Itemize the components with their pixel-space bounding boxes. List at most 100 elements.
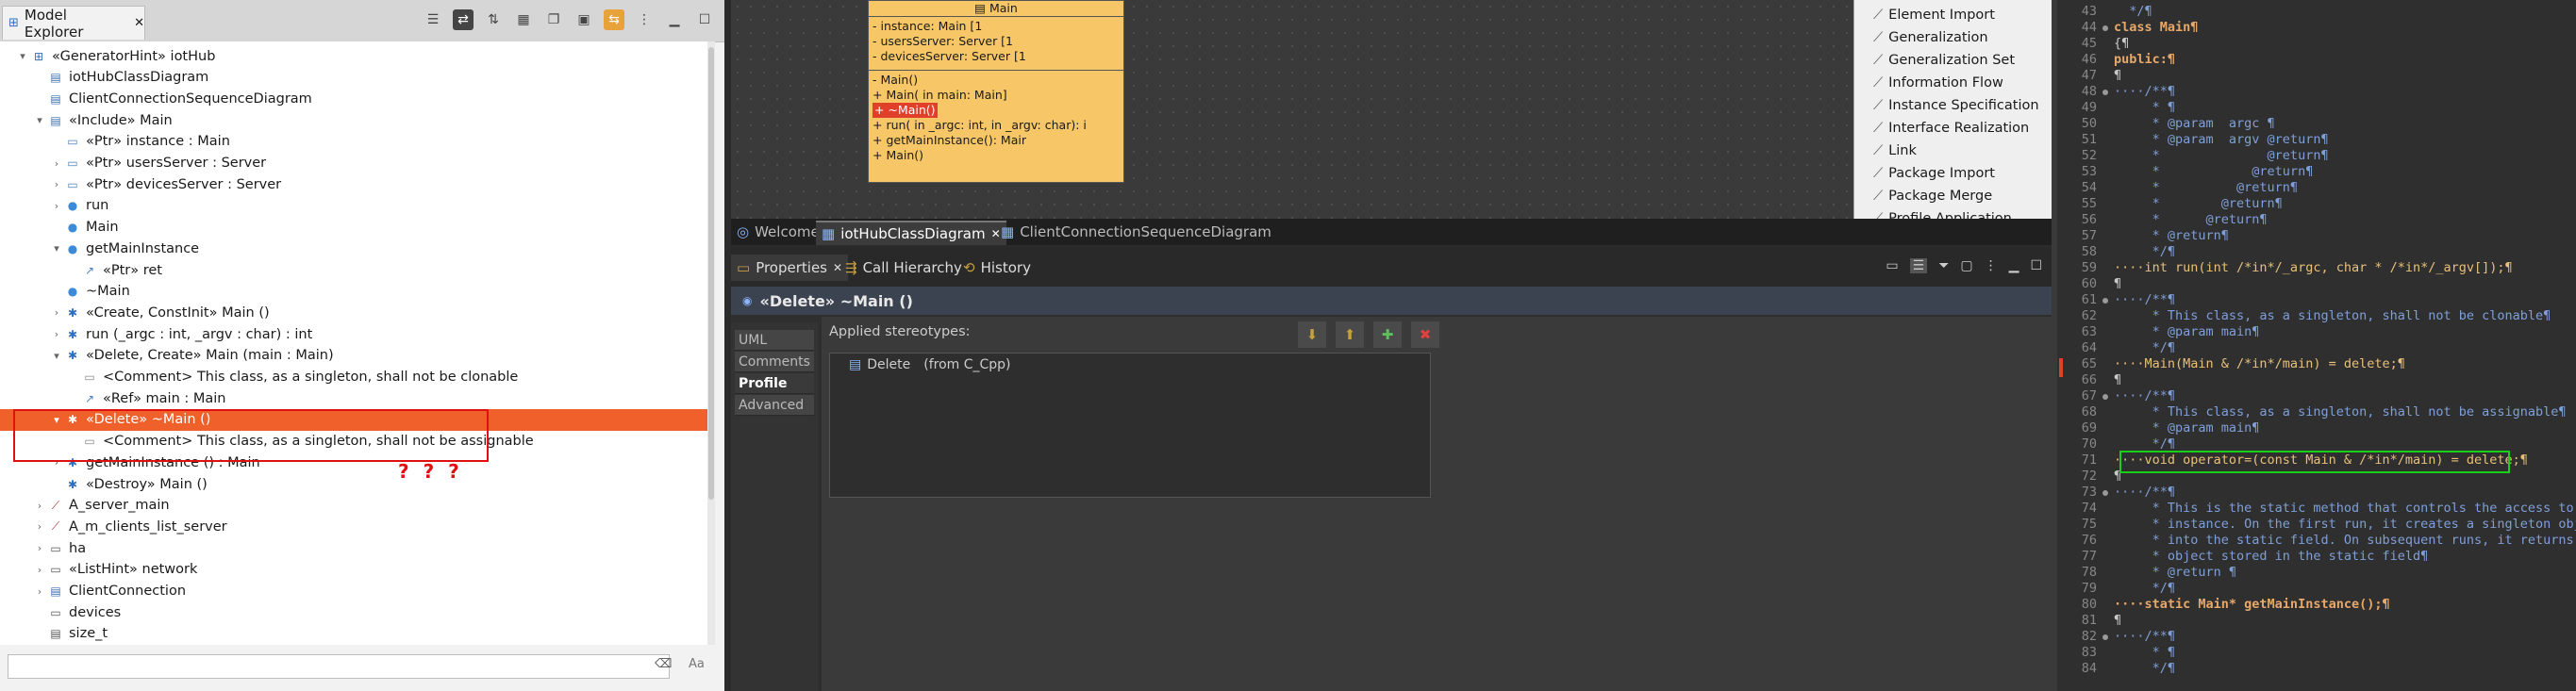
tree-item[interactable]: ▭ <Comment> This class, as a singleton, s… bbox=[0, 367, 715, 388]
palette-item[interactable]: ⟋ Generalization bbox=[1873, 26, 1988, 49]
code-line[interactable]: 68 * This class, as a singleton, shall n… bbox=[2057, 404, 2576, 420]
code-line[interactable]: 76 * into the static field. On subsequen… bbox=[2057, 533, 2576, 549]
palette-item[interactable]: ⟋ Generalization Set bbox=[1873, 49, 2015, 72]
palette-item[interactable]: ⟋ Instance Specification bbox=[1873, 94, 2039, 117]
tree-item[interactable]: ▭ devices bbox=[0, 601, 715, 623]
new-view-icon[interactable]: ▢ bbox=[1960, 258, 1972, 273]
expand-arrow-icon[interactable]: › bbox=[49, 328, 64, 340]
palette-item[interactable]: ⟋ Package Import bbox=[1873, 162, 1995, 185]
code-line[interactable]: 46 public:¶ bbox=[2057, 52, 2576, 68]
tree-item[interactable]: ▤ size_t bbox=[0, 623, 715, 645]
expand-arrow-icon[interactable]: › bbox=[32, 500, 47, 512]
uml-class-main[interactable]: ▤ Main - instance: Main [1- usersServer:… bbox=[868, 0, 1124, 183]
tree-item[interactable]: › ⟋ A_m_clients_list_server bbox=[0, 516, 715, 537]
fold-marker-icon[interactable] bbox=[2102, 298, 2108, 304]
code-line[interactable]: 81 ¶ bbox=[2057, 613, 2576, 629]
tree-item[interactable]: ↗ «Ref» main : Main bbox=[0, 387, 715, 409]
filter-input[interactable] bbox=[8, 654, 670, 679]
code-line[interactable]: 63 * @param main¶ bbox=[2057, 324, 2576, 340]
tree-item[interactable]: › ✱ run (_argc : int, _argv : char) : int bbox=[0, 323, 715, 345]
code-line[interactable]: 48 ····/**¶ bbox=[2057, 84, 2576, 100]
tree-item[interactable]: ● ~Main bbox=[0, 281, 715, 303]
maximize-icon[interactable]: ☐ bbox=[2030, 258, 2042, 273]
fold-marker-icon[interactable] bbox=[2102, 394, 2108, 400]
expand-arrow-icon[interactable]: ▾ bbox=[15, 50, 30, 62]
code-line[interactable]: 54 * @return¶ bbox=[2057, 180, 2576, 196]
uml-operation[interactable]: + Main( in main: Main] bbox=[873, 88, 1120, 103]
code-line[interactable]: 61 ····/**¶ bbox=[2057, 292, 2576, 308]
side-tab[interactable]: Comments bbox=[735, 352, 814, 372]
uml-attribute[interactable]: - instance: Main [1 bbox=[873, 19, 1120, 34]
code-line[interactable]: 69 * @param main¶ bbox=[2057, 420, 2576, 436]
uml-operation[interactable]: - Main() bbox=[873, 73, 1120, 88]
code-line[interactable]: 58 */¶ bbox=[2057, 244, 2576, 260]
tree-item[interactable]: ▾ ▤ «Include» Main bbox=[0, 109, 715, 131]
expand-arrow-icon[interactable]: › bbox=[32, 585, 47, 598]
code-line[interactable]: 52 * @return¶ bbox=[2057, 148, 2576, 164]
sort-icon[interactable]: ⇅ bbox=[483, 9, 504, 30]
stereotype-list[interactable]: ▤ Delete (from C_Cpp) bbox=[829, 353, 1431, 498]
tree-item[interactable]: › ▭ «ListHint» network bbox=[0, 559, 715, 581]
expand-arrow-icon[interactable]: › bbox=[32, 564, 47, 576]
palette-item[interactable]: ⟋ Information Flow bbox=[1873, 72, 2003, 94]
move-up-button[interactable]: ⬆ bbox=[1335, 321, 1365, 349]
code-line[interactable]: 47 ¶ bbox=[2057, 68, 2576, 84]
fold-marker-icon[interactable] bbox=[2102, 634, 2108, 640]
code-line[interactable]: 73 ····/**¶ bbox=[2057, 485, 2576, 501]
tree-item[interactable]: ▤ ClientConnectionSequenceDiagram bbox=[0, 88, 715, 109]
tree-item[interactable]: ↗ «Ptr» ret bbox=[0, 259, 715, 281]
code-line[interactable]: 67 ····/**¶ bbox=[2057, 388, 2576, 404]
code-line[interactable]: 51 * @param argv @return¶ bbox=[2057, 132, 2576, 148]
code-line[interactable]: 74 * This is the static method that cont… bbox=[2057, 501, 2576, 517]
code-line[interactable]: 64 */¶ bbox=[2057, 340, 2576, 356]
code-line[interactable]: 57 * @return¶ bbox=[2057, 228, 2576, 244]
stereotype-item[interactable]: ▤ Delete (from C_Cpp) bbox=[849, 357, 1011, 372]
maximize-icon[interactable]: ☐ bbox=[694, 9, 715, 30]
editor-tab[interactable]: ▦ iotHubClassDiagram ✕ bbox=[816, 221, 1006, 245]
code-line[interactable]: 49 * ¶ bbox=[2057, 100, 2576, 116]
side-tab[interactable]: Advanced bbox=[735, 395, 814, 416]
expand-arrow-icon[interactable]: › bbox=[49, 200, 64, 212]
expand-arrow-icon[interactable]: › bbox=[32, 542, 47, 554]
tree-item[interactable]: › ▭ «Ptr» usersServer : Server bbox=[0, 153, 715, 174]
uml-operation[interactable]: + run( in _argc: int, in _argv: char): i bbox=[873, 118, 1120, 133]
minimize-icon[interactable]: ▁ bbox=[2009, 258, 2019, 273]
expand-arrow-icon[interactable]: ▾ bbox=[49, 350, 64, 362]
class-diagram-canvas[interactable]: ▤ Main - instance: Main [1- usersServer:… bbox=[731, 0, 1853, 219]
editor-tab[interactable]: ▦ ClientConnectionSequenceDiagram bbox=[995, 221, 1277, 243]
copy-icon[interactable]: ❐ bbox=[543, 9, 564, 30]
properties-tab[interactable]: ⇶ Call Hierarchy bbox=[839, 255, 968, 281]
tab-model-explorer[interactable]: ⊞ Model Explorer ✕ bbox=[2, 6, 145, 41]
tree-item[interactable]: › ▤ ClientConnection bbox=[0, 581, 715, 602]
more-icon[interactable]: ⋮ bbox=[634, 9, 655, 30]
code-line[interactable]: 65 ····Main(Main & /*in*/main) = delete;¶ bbox=[2057, 356, 2576, 372]
code-line[interactable]: 75 * instance. On the first run, it crea… bbox=[2057, 517, 2576, 533]
expand-arrow-icon[interactable]: ▾ bbox=[32, 114, 47, 126]
pin-icon[interactable]: ▭ bbox=[1886, 258, 1898, 273]
scroll-thumb[interactable] bbox=[708, 47, 714, 500]
code-line[interactable]: 83 * ¶ bbox=[2057, 645, 2576, 661]
code-line[interactable]: 79 */¶ bbox=[2057, 581, 2576, 597]
uml-attribute[interactable]: - devicesServer: Server [1 bbox=[873, 49, 1120, 64]
code-line[interactable]: 78 * @return ¶ bbox=[2057, 565, 2576, 581]
code-line[interactable]: 82 ····/**¶ bbox=[2057, 629, 2576, 645]
code-line[interactable]: 45 {¶ bbox=[2057, 36, 2576, 52]
code-line[interactable]: 55 * @return¶ bbox=[2057, 196, 2576, 212]
editor-tab[interactable]: ◎ Welcome bbox=[731, 221, 825, 243]
sync-icon[interactable]: ⇆ bbox=[604, 9, 624, 30]
code-line[interactable]: 60 ¶ bbox=[2057, 276, 2576, 292]
code-line[interactable]: 44 class Main¶ bbox=[2057, 20, 2576, 36]
uml-attribute[interactable]: - usersServer: Server [1 bbox=[873, 34, 1120, 49]
fold-marker-icon[interactable] bbox=[2102, 490, 2108, 496]
tree-item[interactable]: ▾ ✱ «Delete, Create» Main (main : Main) bbox=[0, 345, 715, 367]
side-tab[interactable]: Profile bbox=[735, 373, 814, 394]
uml-operation[interactable]: + ~Main() bbox=[873, 103, 1120, 118]
minimize-icon[interactable]: ▁ bbox=[664, 9, 685, 30]
tree-item[interactable]: › ⟋ A_server_main bbox=[0, 495, 715, 517]
tree-item[interactable]: ✱ «Destroy» Main () bbox=[0, 473, 715, 495]
expand-arrow-icon[interactable]: › bbox=[49, 157, 64, 170]
code-line[interactable]: 80 ····static Main* getMainInstance();¶ bbox=[2057, 597, 2576, 613]
expand-arrow-icon[interactable]: › bbox=[32, 520, 47, 533]
properties-tab[interactable]: ▭ Properties ✕ bbox=[731, 255, 849, 281]
properties-tab[interactable]: ⟲ History bbox=[957, 255, 1037, 281]
